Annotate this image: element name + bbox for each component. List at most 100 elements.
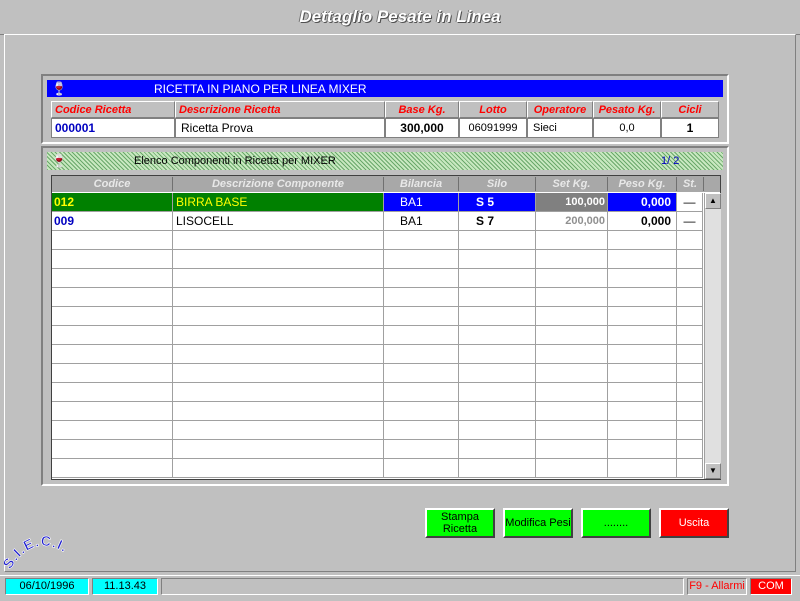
col-descrizione-componente: Descrizione Componente: [173, 177, 384, 191]
empty-cell: [608, 459, 677, 478]
empty-cell: [608, 383, 677, 402]
empty-cell: [52, 459, 173, 478]
empty-cell: [52, 231, 173, 250]
empty-cell: [677, 326, 703, 345]
recipe-base-kg[interactable]: 300,000: [385, 118, 459, 138]
row-bilancia: BA1: [384, 193, 459, 212]
empty-cell: [459, 250, 536, 269]
empty-cell: [536, 288, 608, 307]
empty-cell: [459, 269, 536, 288]
empty-table-row[interactable]: [52, 459, 703, 478]
empty-cell: [173, 269, 384, 288]
empty-cell: [384, 383, 459, 402]
recipe-pesato-kg[interactable]: 0,0: [593, 118, 661, 138]
uscita-button[interactable]: Uscita: [659, 508, 729, 538]
table-row[interactable]: 009 LISOCELL BA1 S 7 200,000 0,000 —: [52, 212, 703, 231]
empty-cell: [608, 250, 677, 269]
status-time: 11.13.43: [92, 578, 158, 595]
empty-cell: [52, 326, 173, 345]
empty-cell: [52, 307, 173, 326]
empty-cell: [608, 288, 677, 307]
components-panel: 🍷 Elenco Componenti in Ricetta per MIXER…: [41, 146, 729, 486]
recipe-panel-title: RICETTA IN PIANO PER LINEA MIXER: [154, 82, 367, 96]
table-row[interactable]: 012 BIRRA BASE BA1 S 5 100,000 0,000 —: [52, 193, 703, 212]
empty-cell: [536, 459, 608, 478]
empty-cell: [459, 421, 536, 440]
empty-cell: [677, 231, 703, 250]
empty-cell: [677, 383, 703, 402]
empty-cell: [52, 421, 173, 440]
row-codice: 009: [52, 212, 173, 231]
empty-cell: [536, 421, 608, 440]
empty-table-row[interactable]: [52, 250, 703, 269]
empty-table-row[interactable]: [52, 383, 703, 402]
modifica-pesi-button[interactable]: Modifica Pesi: [503, 508, 573, 538]
empty-cell: [608, 345, 677, 364]
empty-cell: [459, 459, 536, 478]
empty-cell: [173, 345, 384, 364]
col-bilancia: Bilancia: [384, 177, 459, 191]
empty-cell: [384, 250, 459, 269]
empty-cell: [459, 326, 536, 345]
empty-table-row[interactable]: [52, 288, 703, 307]
empty-table-row[interactable]: [52, 269, 703, 288]
recipe-code[interactable]: 000001: [51, 118, 175, 138]
col-operatore: Operatore: [527, 101, 593, 118]
empty-table-row[interactable]: [52, 326, 703, 345]
empty-cell: [52, 402, 173, 421]
empty-cell: [52, 345, 173, 364]
sieci-logo: S.I.E.C.I.: [4, 532, 71, 572]
row-set-kg: 200,000: [536, 212, 608, 231]
scroll-up-icon[interactable]: ▲: [705, 193, 721, 209]
col-pesato-kg: Pesato Kg.: [593, 101, 661, 118]
row-silo: S 5: [459, 193, 536, 212]
empty-cell: [459, 440, 536, 459]
svg-text:S.I.E.C.I.: S.I.E.C.I.: [4, 532, 71, 571]
empty-table-row[interactable]: [52, 231, 703, 250]
empty-table-row[interactable]: [52, 440, 703, 459]
empty-cell: [677, 307, 703, 326]
components-grid: Codice Descrizione Componente Bilancia S…: [51, 175, 721, 480]
empty-cell: [677, 421, 703, 440]
empty-cell: [536, 345, 608, 364]
empty-table-row[interactable]: [52, 421, 703, 440]
empty-cell: [536, 326, 608, 345]
empty-table-row[interactable]: [52, 345, 703, 364]
empty-table-row[interactable]: [52, 402, 703, 421]
col-silo: Silo: [459, 177, 536, 191]
empty-cell: [52, 440, 173, 459]
empty-cell: [608, 269, 677, 288]
empty-cell: [173, 440, 384, 459]
empty-cell: [677, 459, 703, 478]
grid-scrollbar[interactable]: ▲ ▼: [704, 193, 721, 479]
col-codice-ricetta: Codice Ricetta: [51, 101, 175, 118]
row-descrizione: BIRRA BASE: [173, 193, 384, 212]
alarms-indicator[interactable]: F9 - Allarmi: [687, 578, 747, 595]
empty-cell: [677, 250, 703, 269]
empty-table-row[interactable]: [52, 307, 703, 326]
stampa-ricetta-button[interactable]: Stampa Ricetta: [425, 508, 495, 538]
empty-table-row[interactable]: [52, 364, 703, 383]
row-peso-kg: 0,000: [608, 212, 677, 231]
empty-cell: [173, 364, 384, 383]
scroll-down-icon[interactable]: ▼: [705, 463, 721, 479]
empty-cell: [536, 364, 608, 383]
empty-cell: [384, 402, 459, 421]
empty-cell: [52, 269, 173, 288]
row-codice: 012: [52, 193, 173, 212]
empty-cell: [677, 440, 703, 459]
empty-cell: [677, 364, 703, 383]
recipe-cicli[interactable]: 1: [661, 118, 719, 138]
recipe-lotto[interactable]: 06091999: [459, 118, 527, 138]
empty-cell: [173, 383, 384, 402]
recipe-description[interactable]: Ricetta Prova: [175, 118, 385, 138]
col-codice: Codice: [52, 177, 173, 191]
empty-cell: [384, 231, 459, 250]
empty-cell: [384, 440, 459, 459]
blank-button[interactable]: ........: [581, 508, 651, 538]
grid-header: Codice Descrizione Componente Bilancia S…: [52, 176, 720, 192]
empty-cell: [608, 421, 677, 440]
recipe-operatore[interactable]: Sieci: [527, 118, 593, 138]
empty-cell: [677, 288, 703, 307]
empty-cell: [173, 402, 384, 421]
